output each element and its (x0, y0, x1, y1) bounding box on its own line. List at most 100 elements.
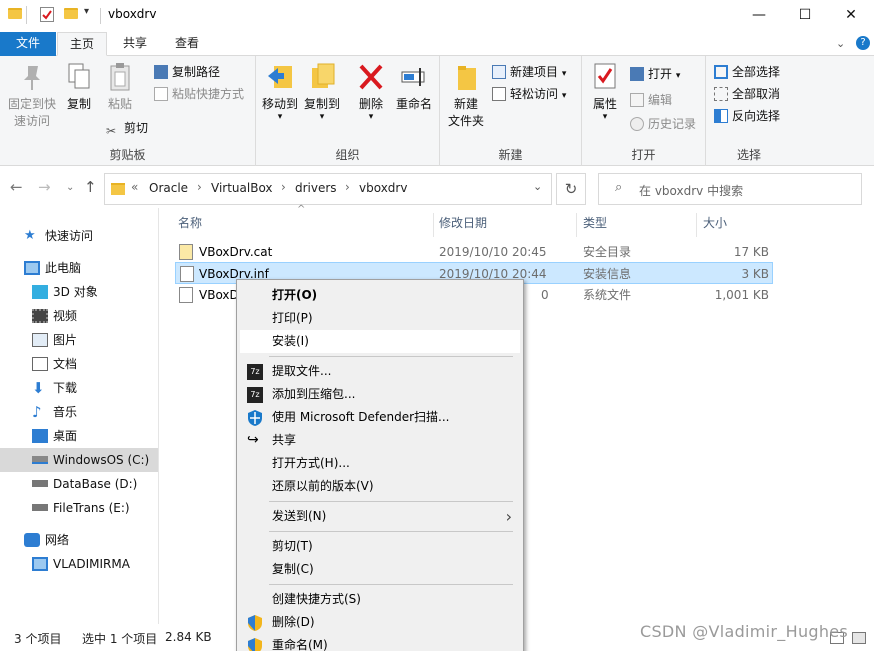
close-button[interactable]: ✕ (828, 0, 874, 32)
help-icon[interactable]: ? (856, 36, 870, 50)
delete-button[interactable]: 删除 ▾ (354, 62, 388, 122)
column-header-date[interactable]: 修改日期 (433, 213, 577, 237)
edit-button[interactable]: 编辑 (630, 90, 672, 110)
collapse-ribbon-icon[interactable]: ⌄ (836, 37, 845, 50)
overflow-chevron[interactable]: « (131, 180, 138, 194)
menu-label: 安装(I) (272, 334, 309, 348)
menu-item-defender-scan[interactable]: 使用 Microsoft Defender扫描... (240, 406, 520, 429)
defender-shield-icon (247, 410, 263, 426)
nav-quick-access[interactable]: ★ 快速访问 (0, 224, 158, 248)
menu-item-open-with[interactable]: 打开方式(H)... (240, 452, 520, 475)
breadcrumb-drivers[interactable]: drivers (295, 181, 337, 195)
menu-item-send-to[interactable]: 发送到(N) › (240, 505, 520, 528)
file-row[interactable]: VBoxDrv.cat 2019/10/10 20:45 安全目录 17 KB (175, 241, 773, 263)
tab-share[interactable]: 共享 (110, 32, 160, 56)
item-count: 3 个项目 (14, 632, 62, 646)
menu-item-install[interactable]: 安装(I) (240, 330, 520, 353)
invert-selection-button[interactable]: 反向选择 (714, 106, 780, 126)
paste-shortcut-button[interactable]: 粘贴快捷方式 (154, 84, 244, 104)
history-button[interactable]: 历史记录 (630, 114, 696, 134)
maximize-button[interactable]: ☐ (782, 0, 828, 32)
forward-arrow-icon[interactable]: → (38, 178, 51, 196)
easy-access-icon (492, 87, 506, 101)
copy-button[interactable]: 复制 (62, 62, 96, 113)
properties-button[interactable]: 属性 ▾ (588, 62, 622, 122)
copy-to-button[interactable]: 复制到 ▾ (302, 62, 342, 122)
nav-3d-objects[interactable]: 3D 对象 (0, 280, 158, 304)
nav-this-pc[interactable]: 此电脑 (0, 256, 158, 280)
move-to-button[interactable]: 移动到 ▾ (260, 62, 300, 122)
paste-button[interactable]: 粘贴 (100, 62, 140, 113)
edit-icon (630, 93, 644, 107)
copy-path-button[interactable]: 复制路径 (154, 62, 220, 82)
cut-label: 剪切 (124, 121, 149, 135)
file-type: 安全目录 (583, 245, 632, 259)
nav-label: 桌面 (53, 429, 78, 443)
tab-home[interactable]: 主页 (57, 32, 107, 56)
new-folder-button[interactable]: 新建 文件夹 (446, 62, 486, 130)
nav-videos[interactable]: 视频 (0, 304, 158, 328)
nav-network[interactable]: 网络 (0, 528, 158, 552)
nav-pictures[interactable]: 图片 (0, 328, 158, 352)
address-bar[interactable]: « Oracle › VirtualBox › drivers › vboxdr… (104, 173, 552, 205)
nav-downloads[interactable]: ⬇ 下载 (0, 376, 158, 400)
tab-view[interactable]: 查看 (162, 32, 212, 56)
search-box[interactable]: ⌕ 在 vboxdrv 中搜索 (598, 173, 862, 205)
open-button[interactable]: 打开 ▾ (630, 64, 680, 84)
minimize-button[interactable]: — (736, 0, 782, 32)
new-folder-icon[interactable] (64, 8, 78, 19)
select-all-button[interactable]: 全部选择 (714, 62, 780, 82)
menu-item-create-shortcut[interactable]: 创建快捷方式(S) (240, 588, 520, 611)
menu-item-cut[interactable]: 剪切(T) (240, 535, 520, 558)
cut-button[interactable]: ✂ 剪切 (106, 118, 148, 138)
file-type: 系统文件 (583, 288, 632, 302)
menu-item-delete[interactable]: 删除(D) (240, 611, 520, 634)
nav-documents[interactable]: 文档 (0, 352, 158, 376)
pin-quick-access-button[interactable]: 固定到快 速访问 (4, 62, 60, 130)
menu-item-print[interactable]: 打印(P) (240, 307, 520, 330)
nav-vladimirma[interactable]: VLADIMIRMA (0, 552, 158, 576)
clipboard-group-label: 剪贴板 (109, 148, 146, 162)
recent-dropdown-icon[interactable]: ⌄ (66, 182, 74, 193)
breadcrumb-separator[interactable]: › (281, 180, 286, 194)
menu-item-open[interactable]: 打开(O) (240, 284, 520, 307)
back-arrow-icon[interactable]: ← (10, 178, 23, 196)
menu-item-add-archive[interactable]: 7z 添加到压缩包... (240, 383, 520, 406)
picture-icon (32, 333, 48, 347)
file-size: 17 KB (733, 245, 769, 259)
rename-button[interactable]: 重命名 (392, 62, 436, 113)
breadcrumb-virtualbox[interactable]: VirtualBox (211, 181, 273, 195)
breadcrumb-oracle[interactable]: Oracle (149, 181, 188, 195)
refresh-icon[interactable]: ↻ (556, 173, 586, 205)
menu-item-share[interactable]: ↪ 共享 (240, 429, 520, 452)
properties-check-icon[interactable] (40, 7, 54, 22)
tab-file[interactable]: 文件 (0, 32, 56, 56)
column-header-name[interactable]: 名称 (172, 213, 434, 237)
nav-drive-c[interactable]: WindowsOS (C:) (0, 448, 158, 472)
scissors-icon: ✂ (106, 124, 117, 138)
nav-drive-e[interactable]: FileTrans (E:) (0, 496, 158, 520)
nav-music[interactable]: ♪ 音乐 (0, 400, 158, 424)
easy-access-button[interactable]: 轻松访问 ▾ (492, 84, 566, 104)
breadcrumb-vboxdrv[interactable]: vboxdrv (359, 181, 407, 195)
nav-label: FileTrans (E:) (53, 501, 130, 515)
breadcrumb-separator[interactable]: › (345, 180, 350, 194)
nav-drive-d[interactable]: DataBase (D:) (0, 472, 158, 496)
qa-dropdown-icon[interactable]: ▾ (84, 6, 89, 17)
nav-label: 3D 对象 (53, 285, 98, 299)
column-header-size[interactable]: 大小 (697, 213, 773, 237)
menu-item-rename[interactable]: 重命名(M) (240, 634, 520, 651)
menu-item-restore-versions[interactable]: 还原以前的版本(V) (240, 475, 520, 498)
breadcrumb-separator[interactable]: › (197, 180, 202, 194)
new-item-button[interactable]: 新建项目 ▾ (492, 62, 566, 82)
large-icons-view-icon[interactable] (852, 632, 866, 644)
column-header-type[interactable]: 类型 (577, 213, 697, 237)
organize-group-label: 组织 (335, 148, 360, 162)
select-none-button[interactable]: 全部取消 (714, 84, 780, 104)
menu-item-extract[interactable]: 7z 提取文件... (240, 360, 520, 383)
address-dropdown-icon[interactable]: ⌄ (533, 180, 542, 193)
menu-item-copy[interactable]: 复制(C) (240, 558, 520, 581)
up-arrow-icon[interactable]: ↑ (84, 178, 97, 196)
nav-desktop[interactable]: 桌面 (0, 424, 158, 448)
pin-icon (18, 62, 46, 92)
